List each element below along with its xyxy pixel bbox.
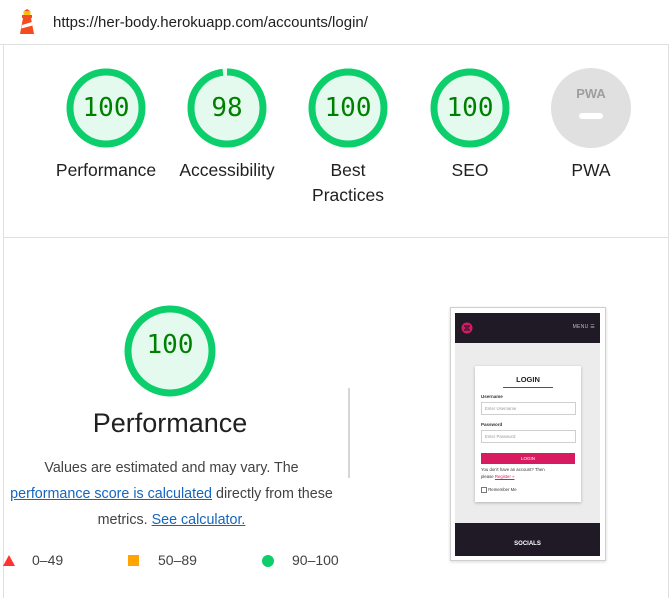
legend-range-fail: 0–49 [32, 552, 64, 568]
best-practices-score: 100 [324, 93, 372, 123]
gauge-seo[interactable]: 100 SEO [410, 66, 530, 183]
remember-label: Remember Me [488, 487, 517, 493]
gauge-performance[interactable]: 100 Performance [46, 66, 166, 183]
gauge-pwa[interactable]: PWA PWA [531, 66, 651, 183]
circle-icon [262, 555, 274, 567]
disclaimer-prefix: Values are estimated and may vary. The [44, 460, 299, 476]
remember-checkbox [481, 487, 487, 493]
screenshot-page: MENU ☰ LOGIN Username Enter Username Pas… [455, 313, 600, 556]
triangle-icon [3, 555, 15, 566]
legend-range-pass: 90–100 [292, 552, 339, 568]
no-account-text: You don't have an account? Then [481, 467, 545, 472]
username-field: Enter Username [481, 402, 576, 415]
score-calculated-link[interactable]: performance score is calculated [10, 486, 212, 502]
remember-me: Remember Me [481, 487, 517, 493]
username-label: Username [481, 394, 503, 399]
login-underline [503, 387, 553, 388]
accessibility-label: Accessibility [179, 160, 275, 180]
register-line: please Register » [481, 474, 514, 479]
performance-label: Performance [55, 160, 157, 180]
disclaimer: Values are estimated and may vary. The p… [0, 455, 343, 533]
section-divider [3, 237, 669, 238]
url-bar: https://her-body.herokuapp.com/accounts/… [0, 0, 669, 45]
page-url: https://her-body.herokuapp.com/accounts/… [53, 14, 368, 31]
register-link: Register » [494, 474, 515, 479]
see-calculator-link[interactable]: See calculator. [152, 512, 246, 528]
vertical-divider [348, 388, 350, 478]
final-screenshot[interactable]: MENU ☰ LOGIN Username Enter Username Pas… [450, 307, 606, 561]
login-card: LOGIN Username Enter Username Password E… [475, 366, 581, 502]
site-footer: SOCIALS [455, 523, 600, 556]
best-practices-label: Best Practices [312, 160, 384, 205]
socials-heading: SOCIALS [514, 541, 541, 547]
disclaimer-tail: metrics. [97, 512, 148, 528]
gauge-accessibility[interactable]: 98 Accessibility [167, 66, 287, 183]
pwa-gauge-ring: PWA [551, 68, 631, 148]
please-text: please [481, 474, 494, 479]
password-placeholder: Enter Password [485, 434, 516, 439]
performance-score: 100 [82, 93, 130, 123]
site-menu: MENU ☰ [572, 324, 595, 330]
performance-title: Performance [92, 408, 248, 438]
seo-label: SEO [451, 160, 489, 180]
site-logo-icon [461, 322, 473, 334]
square-icon [128, 555, 139, 566]
seo-score: 100 [446, 93, 494, 123]
accessibility-score: 98 [211, 93, 243, 123]
login-title: LOGIN [516, 375, 540, 384]
pwa-badge-text: PWA [576, 86, 606, 101]
password-label: Password [481, 422, 503, 427]
legend-range-average: 50–89 [158, 552, 197, 568]
pwa-dash-icon [579, 113, 603, 119]
disclaimer-mid: directly from these [216, 486, 333, 502]
site-navbar: MENU ☰ [455, 313, 600, 343]
performance-big-score: 100 [146, 330, 194, 360]
username-placeholder: Enter Username [485, 406, 517, 411]
password-field: Enter Password [481, 430, 576, 443]
lighthouse-icon [20, 9, 34, 34]
login-button: LOGIN [481, 453, 575, 464]
gauge-best-practices[interactable]: 100 Best Practices [288, 66, 408, 208]
pwa-label: PWA [571, 160, 611, 180]
